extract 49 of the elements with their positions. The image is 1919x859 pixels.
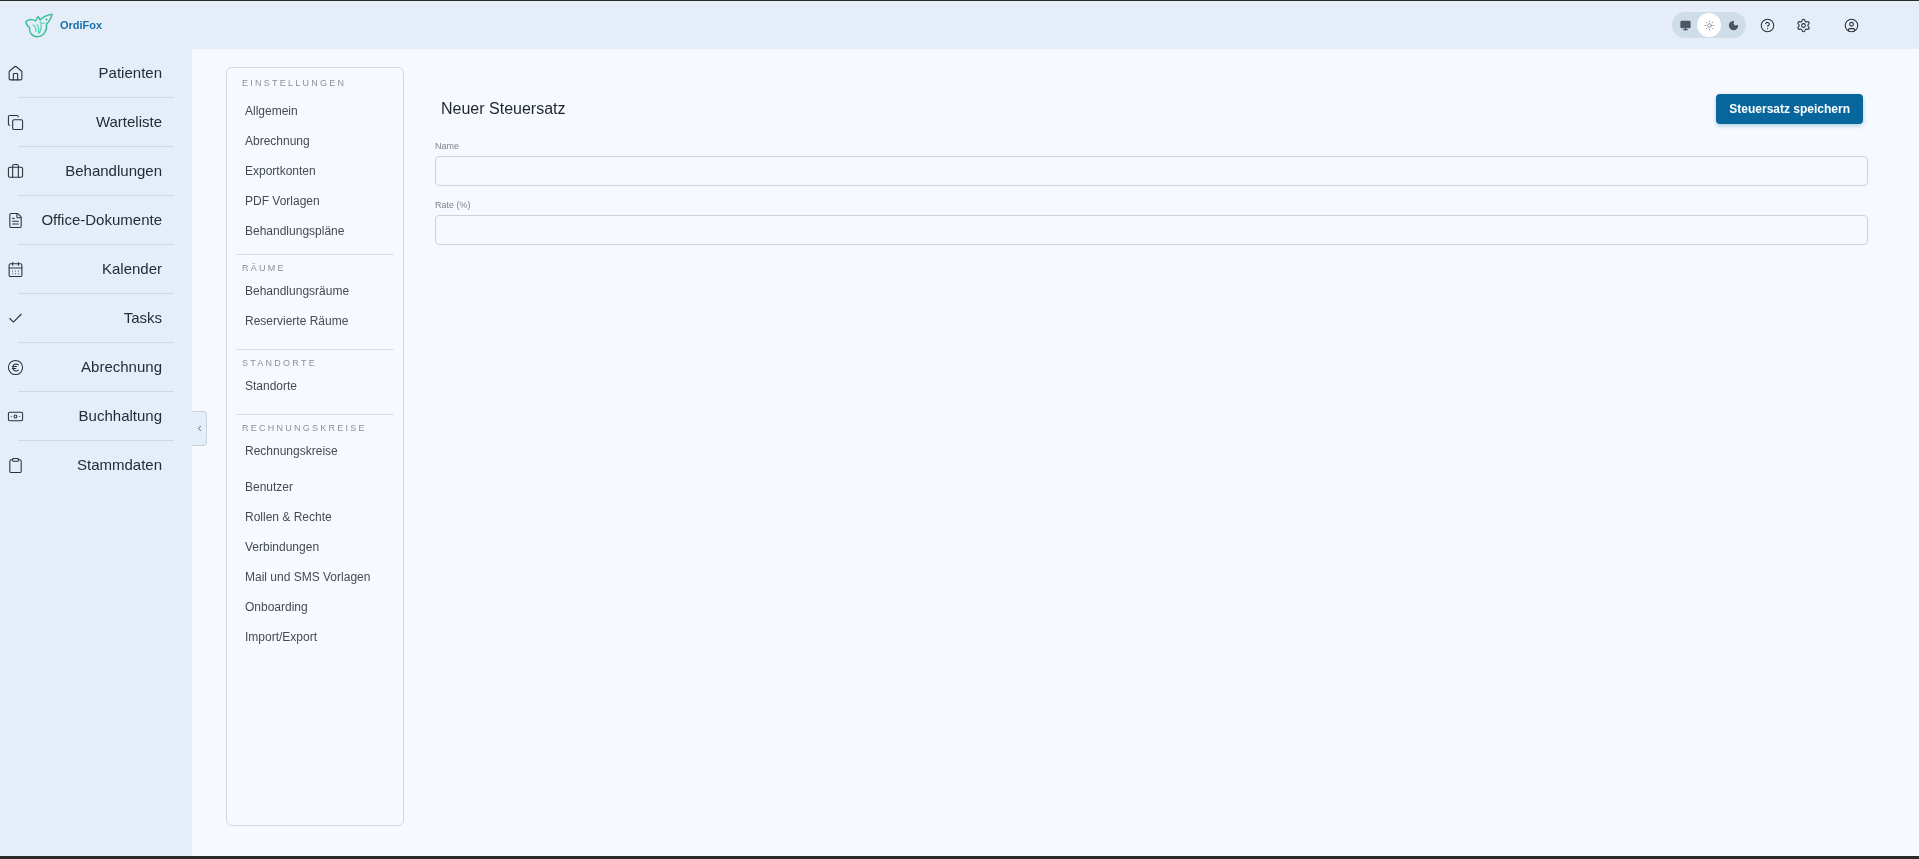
copy-icon — [7, 113, 24, 131]
menu-item[interactable]: Allgemein — [227, 96, 403, 126]
save-button[interactable]: Steuersatz speichern — [1716, 94, 1863, 124]
monitor-icon — [1679, 19, 1691, 31]
menu-item[interactable]: PDF Vorlagen — [227, 186, 403, 216]
menu-item[interactable]: Exportkonten — [227, 156, 403, 186]
euro-icon — [7, 358, 24, 376]
menu-item[interactable]: Standorte — [227, 371, 403, 401]
menu-item[interactable]: Reservierte Räume — [227, 306, 403, 336]
menu-item[interactable]: Mail und SMS Vorlagen — [227, 562, 403, 592]
sidebar-item[interactable]: Warteliste — [0, 98, 192, 146]
brand-name: OrdiFox — [60, 17, 103, 33]
field-label: Rate (%) — [435, 199, 471, 211]
sidebar-item[interactable]: Office-Dokumente — [0, 196, 192, 244]
document-icon — [7, 211, 24, 229]
menu-section-heading: RECHNUNGSKREISE — [241, 422, 368, 434]
menu-item[interactable]: Behandlungspläne — [227, 216, 403, 246]
moon-icon — [1727, 19, 1739, 31]
input-field[interactable] — [435, 215, 1868, 245]
settings-icon[interactable] — [1796, 17, 1811, 33]
menu-item[interactable]: Abrechnung — [227, 126, 403, 156]
menu-item[interactable]: Import/Export — [227, 622, 403, 652]
sidebar-item[interactable]: Tasks — [0, 294, 192, 342]
menu-section-heading: EINSTELLUNGEN — [241, 77, 348, 89]
sidebar-item[interactable]: Behandlungen — [0, 147, 192, 195]
clipboard-icon — [7, 456, 24, 474]
input-field[interactable] — [435, 156, 1868, 186]
menu-item[interactable]: Rechnungskreise — [227, 436, 403, 466]
menu-item[interactable]: Onboarding — [227, 592, 403, 622]
calendar-icon — [7, 260, 24, 278]
page-title: Neuer Steuersatz — [440, 99, 566, 119]
sidebar-item[interactable]: Patienten — [0, 49, 192, 97]
menu-item[interactable]: Benutzer — [227, 472, 403, 502]
sidebar-item[interactable]: Kalender — [0, 245, 192, 293]
sidebar-item[interactable]: Abrechnung — [0, 343, 192, 391]
menu-item[interactable]: Verbindungen — [227, 532, 403, 562]
menu-item[interactable]: Rollen & Rechte — [227, 502, 403, 532]
house-icon — [7, 64, 24, 82]
help-icon[interactable] — [1760, 17, 1775, 33]
briefcase-icon — [7, 162, 24, 180]
logo-icon — [24, 12, 54, 38]
sun-icon — [1703, 19, 1715, 31]
field-label: Name — [435, 140, 459, 152]
sidebar-item[interactable]: Stammdaten — [0, 441, 192, 489]
menu-section-heading: RÄUME — [241, 262, 287, 274]
menu-item[interactable]: Behandlungsräume — [227, 276, 403, 306]
menu-section-heading: STANDORTE — [241, 357, 318, 369]
user-icon[interactable] — [1844, 17, 1859, 33]
sidebar-item[interactable]: Buchhaltung — [0, 392, 192, 440]
